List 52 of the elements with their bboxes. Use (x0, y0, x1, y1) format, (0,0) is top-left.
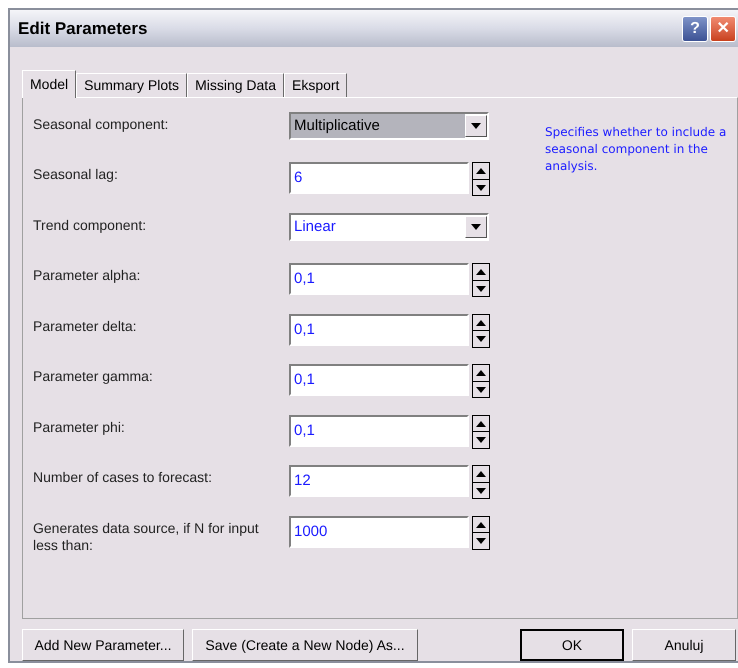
up-arrow-icon (476, 320, 486, 326)
number-field[interactable]: 6 (289, 162, 469, 194)
help-text: Specifies whether to include a seasonal component in the analysis. (545, 124, 728, 175)
down-arrow-icon (476, 437, 486, 444)
up-arrow-icon (476, 370, 486, 376)
dialog-button[interactable]: Add New Parameter... (22, 629, 184, 661)
spin-buttons[interactable] (472, 364, 490, 398)
down-arrow-icon (476, 538, 486, 544)
spin-buttons[interactable] (472, 314, 490, 348)
up-arrow-icon (476, 269, 486, 276)
up-arrow-icon (476, 522, 486, 528)
dialog-button[interactable]: Save (Create a New Node) As... (192, 629, 418, 661)
spin-buttons[interactable] (472, 162, 490, 196)
tab[interactable]: Missing Data (187, 72, 284, 97)
window-title: Edit Parameters (18, 18, 148, 40)
dropdown[interactable]: Multiplicative (289, 112, 489, 140)
field-label: Seasonal component: (33, 114, 170, 133)
number-field[interactable]: 0,1 (289, 364, 469, 396)
dialog-button[interactable]: Anuluj (632, 629, 736, 661)
down-arrow-icon (476, 286, 486, 292)
spin-buttons[interactable] (472, 465, 490, 500)
field-label: Generates data source, if N for input less than: (33, 518, 260, 554)
down-arrow-icon (476, 184, 486, 191)
up-arrow-icon (476, 471, 486, 478)
number-field[interactable]: 0,1 (289, 314, 469, 346)
spin-buttons[interactable] (472, 263, 490, 298)
spin-buttons[interactable] (472, 516, 490, 550)
down-arrow-icon (476, 336, 486, 342)
down-arrow-icon (476, 386, 486, 393)
number-field[interactable]: 12 (289, 465, 469, 498)
field-label: Parameter phi: (33, 418, 126, 436)
field-label: Trend component: (33, 216, 148, 234)
up-arrow-icon (476, 168, 486, 174)
field-label: Parameter gamma: (33, 367, 154, 386)
help-button[interactable]: ? (682, 16, 708, 42)
up-arrow-icon (476, 420, 486, 427)
tab[interactable]: Summary Plots (76, 72, 188, 97)
down-arrow-icon (476, 488, 486, 494)
number-field[interactable]: 0,1 (289, 414, 469, 447)
field-label: Seasonal lag: (33, 165, 119, 184)
field-label: Number of cases to forecast: (33, 468, 213, 486)
dropdown[interactable]: Linear (289, 212, 489, 241)
caret-icon (471, 224, 481, 230)
spin-buttons[interactable] (472, 414, 490, 449)
number-field[interactable]: 1000 (289, 516, 469, 548)
caret-icon (471, 122, 481, 129)
tab[interactable]: Eksport (284, 72, 348, 97)
field-label: Parameter delta: (33, 316, 138, 335)
number-field[interactable]: 0,1 (289, 263, 469, 296)
dialog-button[interactable]: OK (520, 629, 624, 661)
field-label: Parameter alpha: (33, 266, 142, 284)
tab[interactable]: Model (22, 70, 76, 98)
